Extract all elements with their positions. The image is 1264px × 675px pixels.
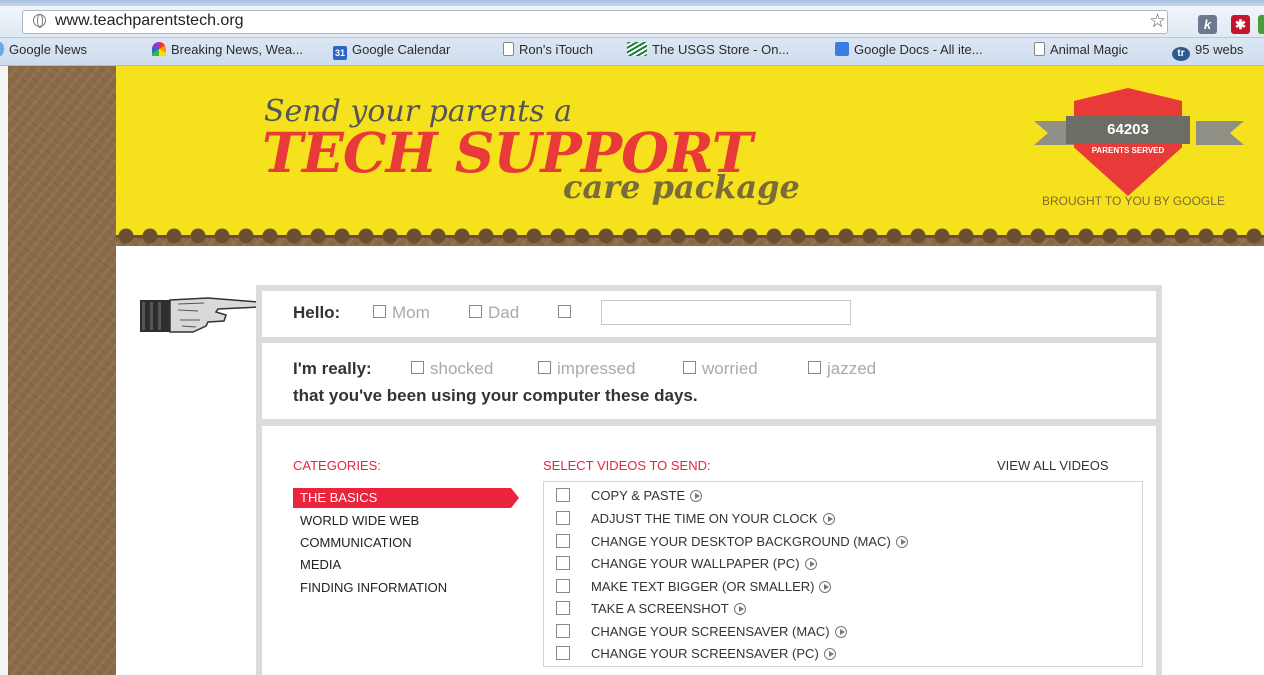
bookmark-usgs-store[interactable]: The USGS Store - On...: [627, 42, 789, 57]
window-left-edge: [0, 66, 8, 675]
tr-icon: tr: [1172, 47, 1190, 61]
parents-served-count: 64203: [1066, 116, 1190, 144]
docs-icon: [835, 42, 849, 56]
tagline-text: that you've been using your computer the…: [293, 386, 698, 405]
checkbox[interactable]: [683, 361, 696, 374]
feeling-option-impressed[interactable]: impressed: [538, 359, 635, 379]
checkbox[interactable]: [558, 305, 571, 318]
bookmarks-bar: Google News Breaking News, Wea... 31 Goog…: [0, 38, 1264, 66]
video-item[interactable]: CHANGE YOUR SCREENSAVER (MAC): [556, 624, 847, 639]
nbc-peacock-icon: [152, 42, 166, 56]
video-item[interactable]: TAKE A SCREENSHOT: [556, 601, 746, 616]
video-list-box: [543, 481, 1143, 667]
feeling-panel: [262, 343, 1156, 419]
play-icon[interactable]: [823, 648, 836, 660]
bookmark-google-news[interactable]: Google News: [0, 42, 87, 57]
hello-option-other[interactable]: [558, 303, 577, 323]
checkbox[interactable]: [556, 534, 570, 548]
category-communication[interactable]: COMMUNICATION: [300, 535, 412, 550]
news-icon: [0, 42, 4, 56]
checkbox[interactable]: [469, 305, 482, 318]
video-item[interactable]: COPY & PASTE: [556, 488, 703, 503]
bookmark-label: Google Calendar: [352, 42, 451, 57]
bookmark-google-docs[interactable]: Google Docs - All ite...: [835, 42, 983, 57]
checkbox[interactable]: [556, 511, 570, 525]
checkbox[interactable]: [556, 601, 570, 615]
feeling-option-shocked[interactable]: shocked: [411, 359, 493, 379]
url-text[interactable]: www.teachparentstech.org: [55, 12, 244, 30]
category-world-wide-web[interactable]: WORLD WIDE WEB: [300, 513, 419, 528]
bookmark-label: Animal Magic: [1050, 42, 1129, 57]
extension-green-icon[interactable]: [1258, 15, 1264, 34]
bookmark-google-calendar[interactable]: 31 Google Calendar: [333, 42, 450, 60]
checkbox[interactable]: [538, 361, 551, 374]
calendar-icon: 31: [333, 46, 347, 60]
categories-heading: CATEGORIES:: [293, 458, 381, 473]
custom-name-input[interactable]: [601, 300, 851, 325]
globe-icon: [33, 14, 46, 28]
category-the-basics[interactable]: THE BASICS: [293, 488, 519, 508]
bookmark-label: 95 webs: [1195, 42, 1244, 57]
video-item[interactable]: CHANGE YOUR SCREENSAVER (PC): [556, 646, 836, 661]
extension-k-icon[interactable]: k: [1198, 15, 1217, 34]
really-label: I'm really:: [293, 359, 372, 378]
usgs-icon: [627, 42, 647, 56]
checkbox[interactable]: [556, 556, 570, 570]
bookmark-star-icon[interactable]: ☆: [1149, 10, 1166, 33]
checkbox[interactable]: [411, 361, 424, 374]
video-item[interactable]: ADJUST THE TIME ON YOUR CLOCK: [556, 511, 835, 526]
feeling-option-worried[interactable]: worried: [683, 359, 758, 379]
video-item[interactable]: CHANGE YOUR WALLPAPER (PC): [556, 556, 817, 571]
play-icon[interactable]: [834, 626, 847, 638]
header-banner: Send your parents a TECH SUPPORT care pa…: [116, 66, 1264, 236]
checkbox[interactable]: [556, 624, 570, 638]
page-icon: [503, 42, 514, 56]
bookmark-label: Ron's iTouch: [519, 42, 594, 57]
checkbox[interactable]: [556, 646, 570, 660]
pointing-hand-icon: [140, 297, 262, 333]
play-icon[interactable]: [819, 581, 832, 593]
checkbox[interactable]: [808, 361, 821, 374]
bookmark-label: Google News: [9, 42, 88, 57]
category-media[interactable]: MEDIA: [300, 557, 341, 572]
url-field[interactable]: www.teachparentstech.org ☆: [22, 10, 1168, 34]
bookmark-95-webs[interactable]: tr 95 webs: [1172, 42, 1243, 61]
extension-red-icon[interactable]: ✱: [1231, 15, 1250, 34]
video-item[interactable]: CHANGE YOUR DESKTOP BACKGROUND (MAC): [556, 534, 908, 549]
parents-served-label: PARENTS SERVED: [1091, 146, 1165, 155]
view-all-videos-link[interactable]: VIEW ALL VIDEOS: [997, 458, 1109, 473]
bookmark-label: Google Docs - All ite...: [854, 42, 983, 57]
checkbox[interactable]: [556, 579, 570, 593]
feeling-option-jazzed[interactable]: jazzed: [808, 359, 876, 379]
banner-scallop-edge: [116, 225, 1264, 247]
play-icon[interactable]: [804, 558, 817, 570]
video-item[interactable]: MAKE TEXT BIGGER (OR SMALLER): [556, 579, 832, 594]
checkbox[interactable]: [373, 305, 386, 318]
play-icon[interactable]: [733, 603, 746, 615]
select-videos-heading: SELECT VIDEOS TO SEND:: [543, 458, 711, 473]
play-icon[interactable]: [690, 490, 703, 502]
checkbox[interactable]: [556, 488, 570, 502]
brought-by-google[interactable]: BROUGHT TO YOU BY GOOGLE: [1042, 194, 1225, 208]
hello-option-dad[interactable]: Dad: [469, 303, 519, 323]
category-label: THE BASICS: [300, 490, 378, 505]
page-icon: [1034, 42, 1045, 56]
banner-line-3: care package: [563, 168, 800, 206]
address-bar: www.teachparentstech.org ☆ k ✱: [0, 6, 1264, 38]
bookmark-animal-magic[interactable]: Animal Magic: [1034, 42, 1128, 57]
play-icon[interactable]: [822, 513, 835, 525]
hello-option-mom[interactable]: Mom: [373, 303, 430, 323]
bookmark-rons-itouch[interactable]: Ron's iTouch: [503, 42, 593, 57]
bookmark-label: Breaking News, Wea...: [171, 42, 303, 57]
bookmark-label: The USGS Store - On...: [652, 42, 790, 57]
category-finding-information[interactable]: FINDING INFORMATION: [300, 580, 447, 595]
bookmark-breaking-news[interactable]: Breaking News, Wea...: [152, 42, 303, 57]
hello-label: Hello:: [293, 303, 341, 322]
play-icon[interactable]: [895, 536, 908, 548]
